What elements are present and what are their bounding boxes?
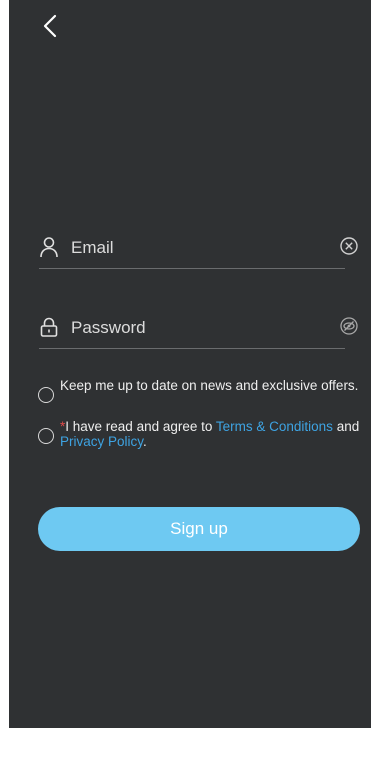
lock-icon [39,316,59,338]
clear-circle-x-icon[interactable] [339,236,359,256]
sign-up-button[interactable]: Sign up [38,507,360,551]
back-button[interactable] [39,12,63,40]
privacy-policy-link[interactable]: Privacy Policy [60,434,143,449]
terms-text-after: . [143,434,147,449]
chevron-left-icon [43,14,57,38]
terms-text-before: I have read and agree to [65,419,216,434]
signup-screen: Keep me up to date on news and exclusive… [9,0,371,728]
newsletter-checkbox[interactable] [38,387,54,403]
password-field [39,308,358,349]
email-field [39,228,358,269]
eye-hidden-icon[interactable] [339,316,359,336]
password-input[interactable] [69,312,313,344]
terms-label: *I have read and agree to Terms & Condit… [60,419,360,449]
terms-checkbox[interactable] [38,428,54,444]
newsletter-label: Keep me up to date on news and exclusive… [60,378,359,393]
email-input[interactable] [69,232,313,264]
terms-conditions-link[interactable]: Terms & Conditions [216,419,333,434]
terms-text-middle: and [332,419,360,434]
person-icon [39,236,59,258]
